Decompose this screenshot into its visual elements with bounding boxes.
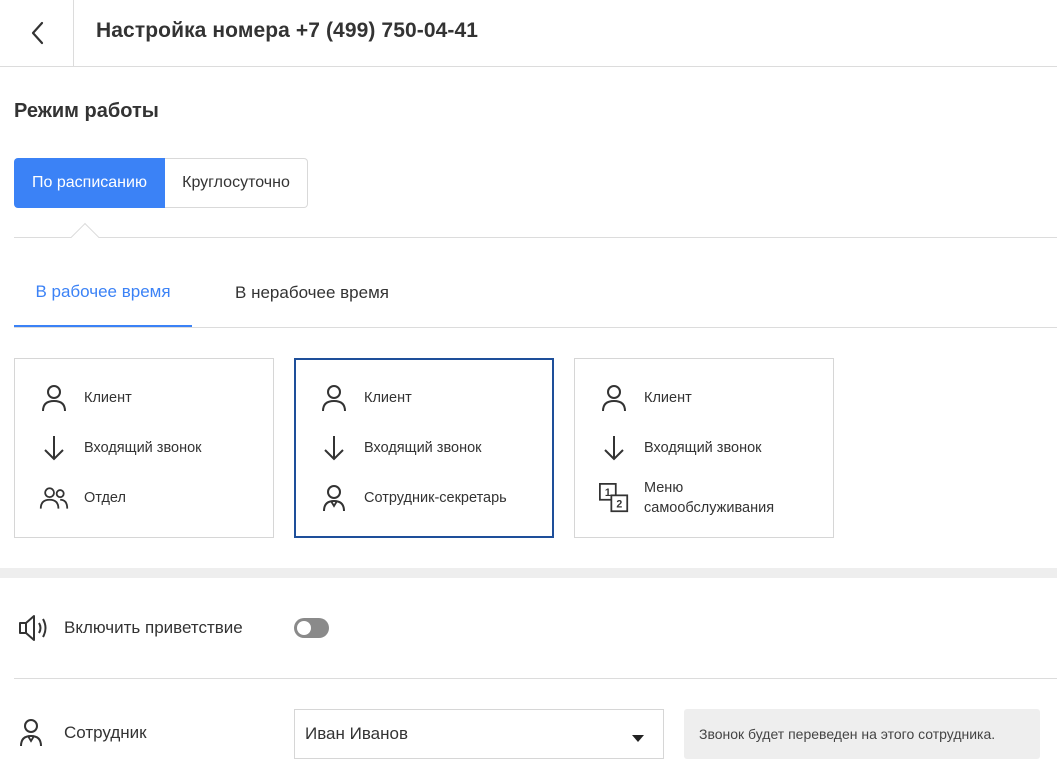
card-row: Входящий звонок <box>319 433 481 463</box>
chevron-left-icon <box>31 21 43 45</box>
employee-icon <box>18 718 44 753</box>
card-row: Клиент <box>39 383 132 413</box>
speaker-icon <box>18 613 50 648</box>
mode-option-schedule[interactable]: По расписанию <box>14 158 165 208</box>
group-icon <box>39 483 69 513</box>
employee-select[interactable]: Иван Иванов <box>294 709 664 759</box>
menu-12-icon: 1 2 <box>599 483 629 513</box>
divider <box>14 327 1057 328</box>
arrow-down-icon <box>599 433 629 463</box>
time-tabs: В рабочее время В нерабочее время <box>14 258 1057 328</box>
card-row: Сотрудник-секретарь <box>319 483 507 513</box>
selection-caret <box>70 222 100 252</box>
scenario-card-secretary[interactable]: Клиент Входящий звонок Сотрудник-секрета… <box>294 358 554 538</box>
section-separator <box>0 568 1057 578</box>
page-title: Настройка номера +7 (499) 750-04-41 <box>96 19 479 42</box>
employee-label: Сотрудник <box>64 723 147 742</box>
card-row-label: Входящий звонок <box>644 440 762 456</box>
scenario-card-department[interactable]: Клиент Входящий звонок Отдел <box>14 358 274 538</box>
scenario-card-ivr-menu[interactable]: Клиент Входящий звонок 1 2 Меню самообсл… <box>574 358 834 538</box>
page-header: Настройка номера +7 (499) 750-04-41 <box>0 0 1057 67</box>
card-row-label: Клиент <box>84 390 132 406</box>
person-icon <box>319 383 349 413</box>
work-mode-switch: По расписанию Круглосуточно <box>14 158 308 208</box>
arrow-down-icon <box>39 433 69 463</box>
svg-text:1: 1 <box>605 487 611 499</box>
card-row: Входящий звонок <box>599 433 761 463</box>
card-row-label: Входящий звонок <box>84 440 202 456</box>
mode-option-24h[interactable]: Круглосуточно <box>165 158 308 208</box>
employee-hint: Звонок будет переведен на этого сотрудни… <box>684 709 1040 759</box>
tab-non-working-hours[interactable]: В нерабочее время <box>212 258 412 327</box>
back-button[interactable] <box>0 0 74 66</box>
card-row-label: Отдел <box>84 490 126 506</box>
tab-working-hours[interactable]: В рабочее время <box>14 258 192 327</box>
arrow-down-icon <box>319 433 349 463</box>
card-row: 1 2 Меню самообслуживания <box>599 478 794 518</box>
card-row: Клиент <box>599 383 692 413</box>
person-icon <box>39 383 69 413</box>
divider <box>14 237 1057 238</box>
section-title-work-mode: Режим работы <box>14 100 159 122</box>
card-row-label: Сотрудник-секретарь <box>364 490 507 506</box>
card-row-label: Клиент <box>644 390 692 406</box>
employee-hint-text: Звонок будет переведен на этого сотрудни… <box>699 726 996 742</box>
caret-down-icon <box>631 730 645 748</box>
person-icon <box>599 383 629 413</box>
employee-icon <box>319 483 349 513</box>
svg-text:2: 2 <box>616 499 622 511</box>
greeting-label: Включить приветствие <box>64 618 243 637</box>
card-row: Клиент <box>319 383 412 413</box>
card-row: Отдел <box>39 483 126 513</box>
greeting-toggle[interactable] <box>294 618 329 638</box>
card-row: Входящий звонок <box>39 433 201 463</box>
greeting-row: Включить приветствие <box>14 608 1057 648</box>
card-row-label: Клиент <box>364 390 412 406</box>
divider <box>14 678 1057 679</box>
card-row-label: Меню самообслуживания <box>644 480 775 516</box>
toggle-knob <box>297 621 311 635</box>
card-row-label: Входящий звонок <box>364 440 482 456</box>
employee-select-value: Иван Иванов <box>305 724 409 743</box>
